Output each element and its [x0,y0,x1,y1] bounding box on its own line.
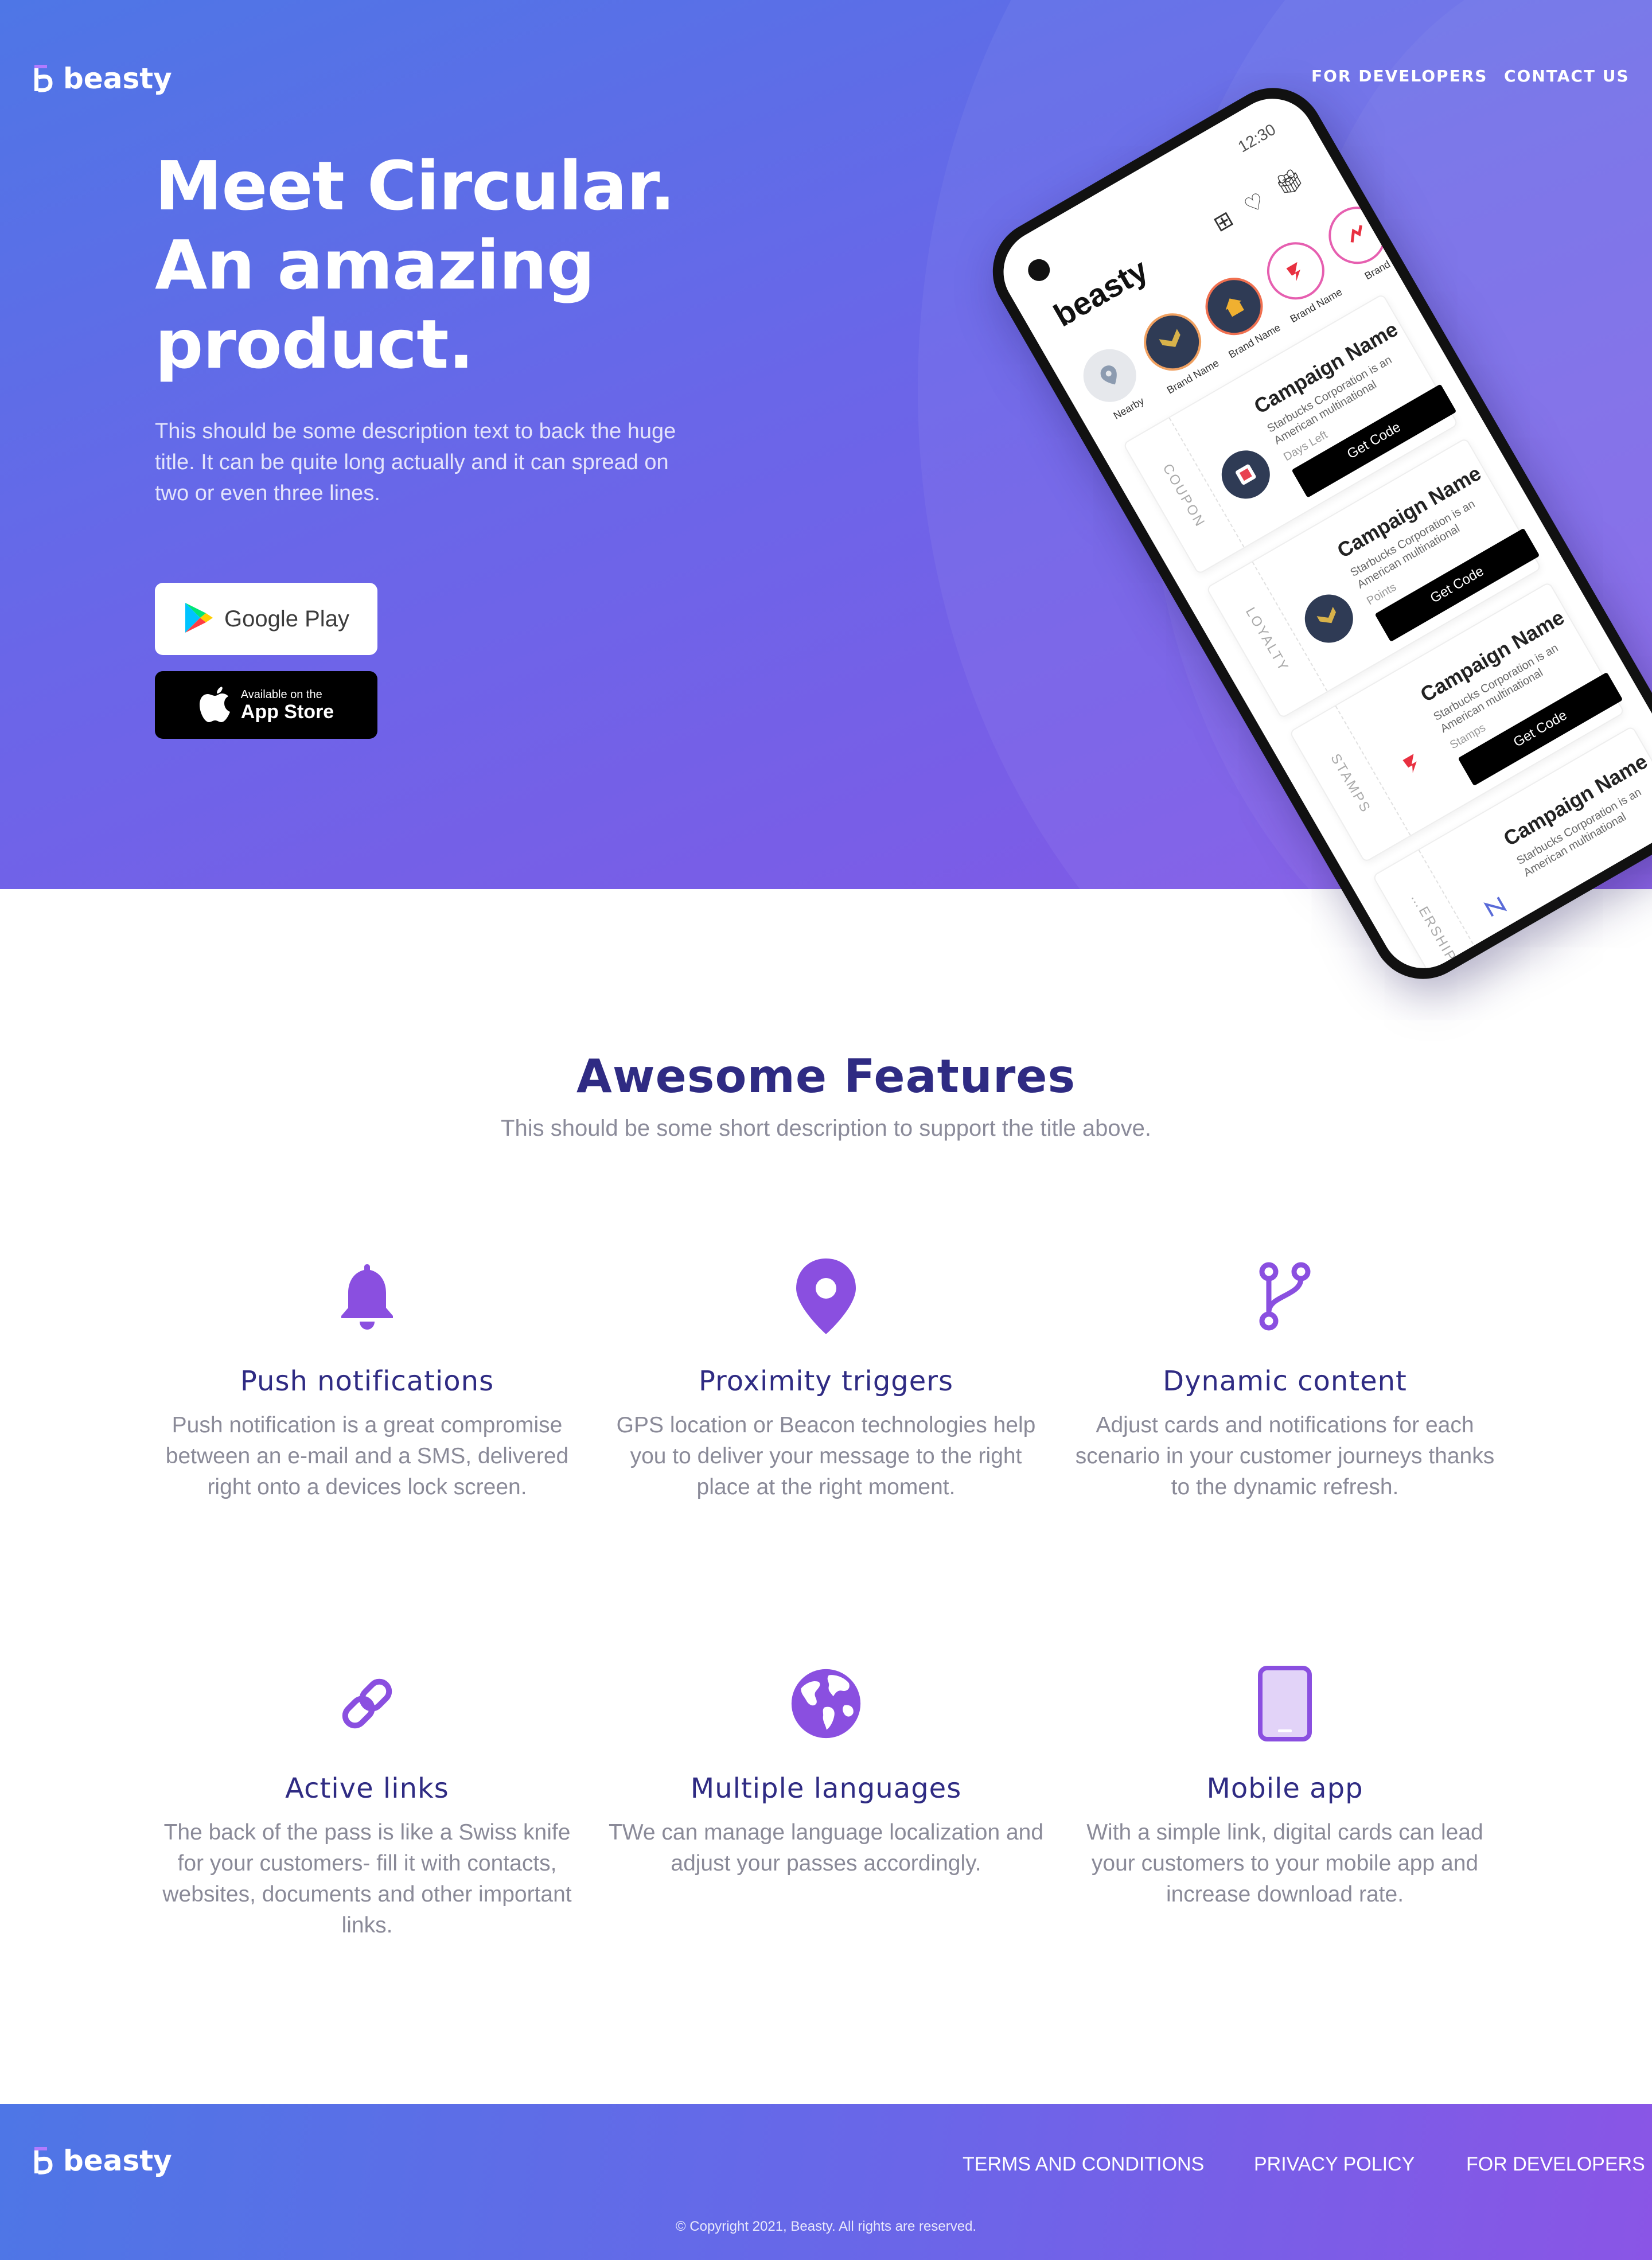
feature-text: Adjust cards and notifications for each … [1075,1413,1495,1499]
card-tag: LOYALTY [1242,605,1292,675]
logo-mark-icon [33,64,53,93]
feature-multiple-languages: Multiple languages TWe can manage langua… [608,1663,1044,1879]
footer-developers-link[interactable]: FOR DEVELOPERS [1466,2153,1645,2176]
status-time: 12:30 [1234,120,1279,156]
card-tag: …ERSHIP [1407,890,1460,965]
card-brand-icon [1213,441,1279,508]
feature-proximity-triggers: Proximity triggers GPS location or Beaco… [608,1256,1044,1503]
footer-brand-logo[interactable]: beasty [33,2144,172,2177]
card-tag: COUPON [1159,461,1209,531]
add-icon[interactable]: ⊞ [1209,206,1238,237]
map-pin-icon [789,1256,863,1336]
brand-name: beasty [63,62,172,95]
hero-title: Meet Circular. An amazing product. [155,146,675,384]
brand-logo[interactable]: beasty [33,62,172,95]
gift-icon[interactable]: 🎁︎ [1272,165,1308,201]
logo-mark-icon [33,2146,53,2176]
feature-text: With a simple link, digital cards can le… [1086,1820,1483,1907]
bell-icon [330,1256,404,1336]
feature-title: Proximity triggers [698,1365,954,1397]
feature-title: Active links [285,1772,449,1805]
features-subtitle: This should be some short description to… [501,1116,1151,1141]
nav-for-developers[interactable]: FOR DEVELOPERS [1311,67,1487,85]
footer: beasty TERMS AND CONDITIONS PRIVACY POLI… [0,2104,1652,2260]
feature-title: Push notifications [240,1365,494,1397]
feature-title: Dynamic content [1163,1365,1407,1397]
feature-text: The back of the pass is like a Swiss kni… [162,1820,572,1938]
nav-contact-us[interactable]: CONTACT US [1504,67,1630,85]
camera-icon [1024,255,1054,285]
google-play-icon [183,601,215,637]
features-title: Awesome Features [576,1050,1076,1103]
feature-text: GPS location or Beacon technologies help… [616,1413,1036,1499]
feature-mobile-app: Mobile app With a simple link, digital c… [1067,1663,1503,1910]
feature-push-notifications: Push notifications Push notification is … [149,1256,585,1503]
feature-dynamic-content: Dynamic content Adjust cards and notific… [1067,1256,1503,1503]
app-store-small-label: Available on the [240,688,322,701]
card-brand-icon [1379,730,1446,796]
hero-description: This should be some description text to … [155,419,676,505]
footer-privacy-link[interactable]: PRIVACY POLICY [1254,2153,1415,2176]
apple-icon [198,684,232,726]
feature-active-links: Active links The back of the pass is lik… [149,1663,585,1941]
copyright-text: © Copyright 2021, Beasty. All rights are… [675,2219,977,2234]
google-play-button[interactable]: Google Play [155,583,377,655]
feature-title: Mobile app [1206,1772,1363,1805]
heart-icon[interactable]: ♡ [1240,188,1269,220]
google-play-label: Google Play [224,606,349,632]
card-brand-icon [1296,586,1362,652]
feature-text: Push notification is a great compromise … [165,1413,569,1499]
link-icon [330,1663,404,1744]
app-store-big-label: App Store [240,701,334,723]
branch-icon [1248,1256,1322,1336]
app-top-icons: ⊞ ♡ 🎁︎ [1209,165,1308,237]
app-store-button[interactable]: Available on the App Store [155,671,377,739]
footer-terms-link[interactable]: TERMS AND CONDITIONS [963,2153,1204,2176]
card-tag: STAMPS [1327,751,1374,816]
card-brand-icon [1462,874,1529,940]
feature-title: Multiple languages [690,1772,962,1805]
globe-icon [789,1663,863,1744]
tablet-icon [1248,1663,1322,1744]
brand-name: beasty [63,2144,172,2177]
feature-text: TWe can manage language localization and… [608,1820,1044,1876]
app-logo: beasty [1047,251,1154,334]
